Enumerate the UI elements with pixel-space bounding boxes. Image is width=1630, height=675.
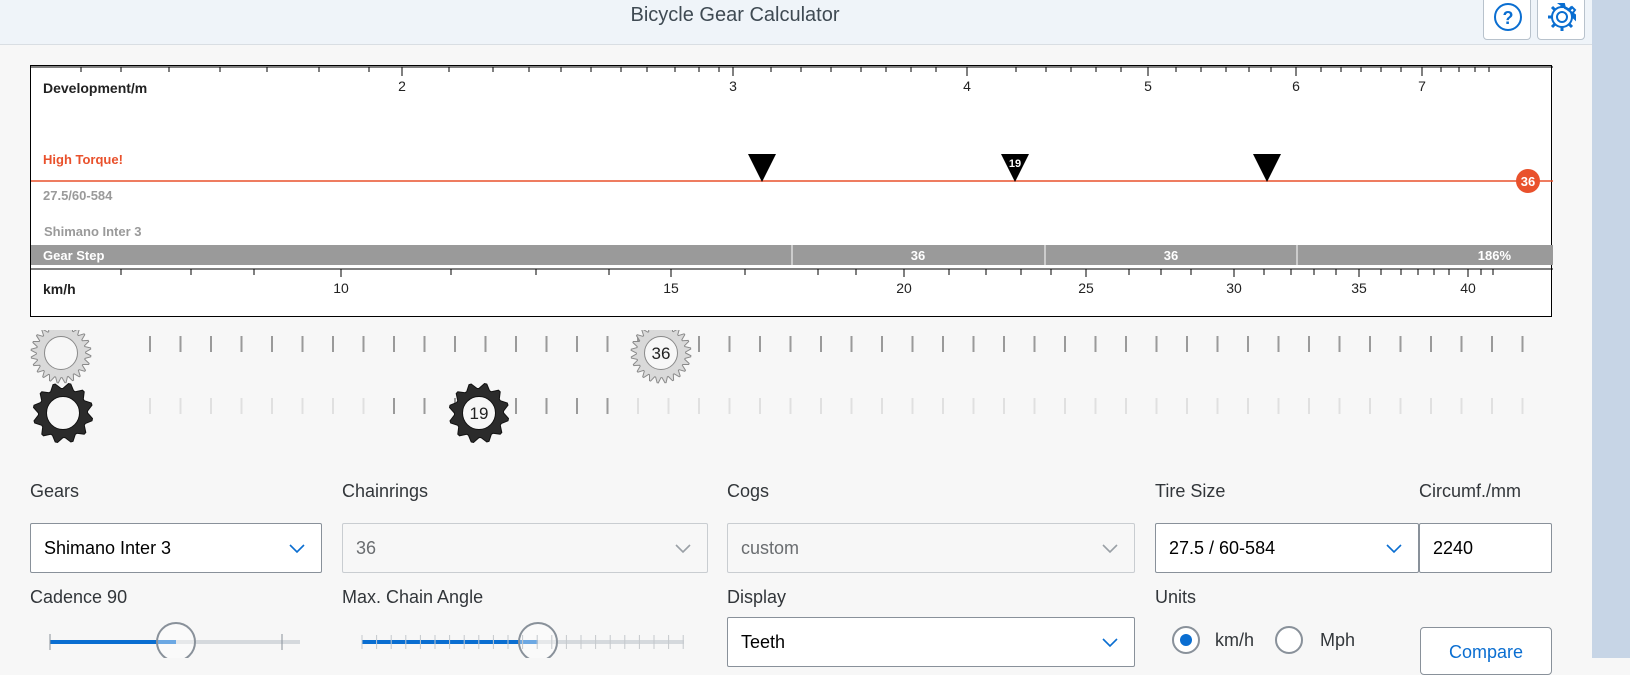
chainring-reference-icon[interactable] xyxy=(30,322,92,384)
tire-size-field-label: Tire Size xyxy=(1155,481,1226,501)
settings-button[interactable] xyxy=(1537,0,1585,40)
speed-tick-label: 40 xyxy=(1460,280,1476,296)
speed-tick-label: 15 xyxy=(663,280,679,296)
help-button[interactable]: ? xyxy=(1483,0,1531,40)
gear-step-range: 186% xyxy=(1478,248,1512,263)
hub-label: Shimano Inter 3 xyxy=(44,224,142,239)
app-title: Bicycle Gear Calculator xyxy=(630,4,840,26)
cog-selected[interactable]: 19 xyxy=(448,382,510,444)
speed-axis-label: km/h xyxy=(43,281,76,297)
display-label: Display xyxy=(727,587,787,607)
development-tick-label: 5 xyxy=(1144,78,1152,94)
gears-value: Shimano Inter 3 xyxy=(44,538,172,558)
units-label: Units xyxy=(1155,587,1197,607)
cogs-select[interactable]: custom xyxy=(727,523,1135,573)
chain-angle-slider[interactable] xyxy=(342,622,708,658)
question-circle-icon: ? xyxy=(1494,3,1522,31)
side-panel-strip xyxy=(1592,0,1630,658)
sprocket-label: 36 xyxy=(652,344,671,363)
speed-tick-label: 25 xyxy=(1078,280,1094,296)
mph-radio-label: Mph xyxy=(1320,630,1356,650)
cadence-slider[interactable] xyxy=(30,622,322,658)
compare-button-label: Compare xyxy=(1448,642,1524,662)
circumference-input[interactable]: 2240 xyxy=(1419,523,1552,573)
chainring-selected[interactable]: 36 xyxy=(630,322,692,384)
compare-button[interactable]: Compare xyxy=(1420,627,1552,675)
speed-axis: 10 15 20 25 30 35 40 xyxy=(31,268,1553,296)
svg-text:36: 36 xyxy=(1521,174,1535,189)
gears-select[interactable]: Shimano Inter 3 xyxy=(30,523,322,573)
chevron-down-icon xyxy=(1102,544,1118,554)
cadence-label: Cadence 90 xyxy=(30,587,128,607)
kmh-radio-label: km/h xyxy=(1215,630,1255,650)
svg-text:?: ? xyxy=(1503,8,1514,28)
gear-marker[interactable] xyxy=(1253,154,1281,182)
chevron-down-icon xyxy=(1102,638,1118,648)
development-tick-label: 3 xyxy=(729,78,737,94)
app-header: Bicycle Gear Calculator ? xyxy=(0,0,1592,45)
chainrings-select[interactable]: 36 xyxy=(342,523,708,573)
gear-marker[interactable] xyxy=(748,154,776,182)
speed-tick-label: 10 xyxy=(333,280,349,296)
chevron-down-icon xyxy=(289,544,305,554)
chain-angle-slider-handle[interactable] xyxy=(518,622,558,658)
sprocket-label: 19 xyxy=(470,404,489,423)
circumference-label: Circumf./mm xyxy=(1419,481,1521,501)
high-torque-warning: High Torque! xyxy=(43,152,123,167)
display-value: Teeth xyxy=(741,632,786,652)
development-axis-label: Development/m xyxy=(43,80,147,96)
speed-tick-label: 30 xyxy=(1226,280,1242,296)
chainring-badge: 36 xyxy=(1516,169,1540,193)
gear-marker-label: 19 xyxy=(1009,158,1021,170)
chevron-down-icon xyxy=(675,544,691,554)
gear-chart: 2 3 4 5 6 7 Development/m High Torque! 27.5/6… xyxy=(30,65,1553,317)
development-tick-label: 7 xyxy=(1418,78,1426,94)
chevron-down-icon xyxy=(1386,544,1402,554)
cog-reference-icon[interactable] xyxy=(32,382,94,444)
cogs-value: custom xyxy=(741,538,800,558)
gear-marker[interactable]: 19 xyxy=(1001,154,1029,182)
development-tick-label: 4 xyxy=(963,78,971,94)
speed-tick-label: 35 xyxy=(1351,280,1367,296)
chain-angle-label: Max. Chain Angle xyxy=(342,587,484,607)
development-axis: 2 3 4 5 6 7 xyxy=(31,66,1553,94)
speed-tick-label: 20 xyxy=(896,280,912,296)
tire-size-label: 27.5/60-584 xyxy=(43,188,113,203)
display-select[interactable]: Teeth xyxy=(727,617,1135,667)
gear-icon xyxy=(1548,3,1577,31)
circumference-value: 2240 xyxy=(1433,538,1474,558)
chainrings-value: 36 xyxy=(356,538,377,558)
gears-label: Gears xyxy=(30,481,80,501)
gear-chart-svg: 2 3 4 5 6 7 Development/m High Torque! 27.5/6… xyxy=(31,66,1553,297)
gear-step-2: 36 xyxy=(1164,248,1178,263)
gear-step-bar: Gear Step 36 36 186% xyxy=(31,245,1553,265)
gear-step-label: Gear Step xyxy=(43,248,104,263)
sprocket-selector[interactable]: 36 19 xyxy=(0,322,1592,460)
development-tick-label: 2 xyxy=(398,78,406,94)
cadence-slider-handle[interactable] xyxy=(156,622,196,658)
development-tick-label: 6 xyxy=(1292,78,1300,94)
chainrings-label: Chainrings xyxy=(342,481,429,501)
sprocket-track-svg: 36 19 xyxy=(30,322,1524,444)
tire-size-value: 27.5 / 60-584 xyxy=(1169,538,1276,558)
tire-size-select[interactable]: 27.5 / 60-584 xyxy=(1155,523,1419,573)
cogs-label: Cogs xyxy=(727,481,770,501)
gear-step-1: 36 xyxy=(911,248,925,263)
mph-radio[interactable] xyxy=(1275,626,1303,654)
kmh-radio[interactable] xyxy=(1172,626,1200,654)
